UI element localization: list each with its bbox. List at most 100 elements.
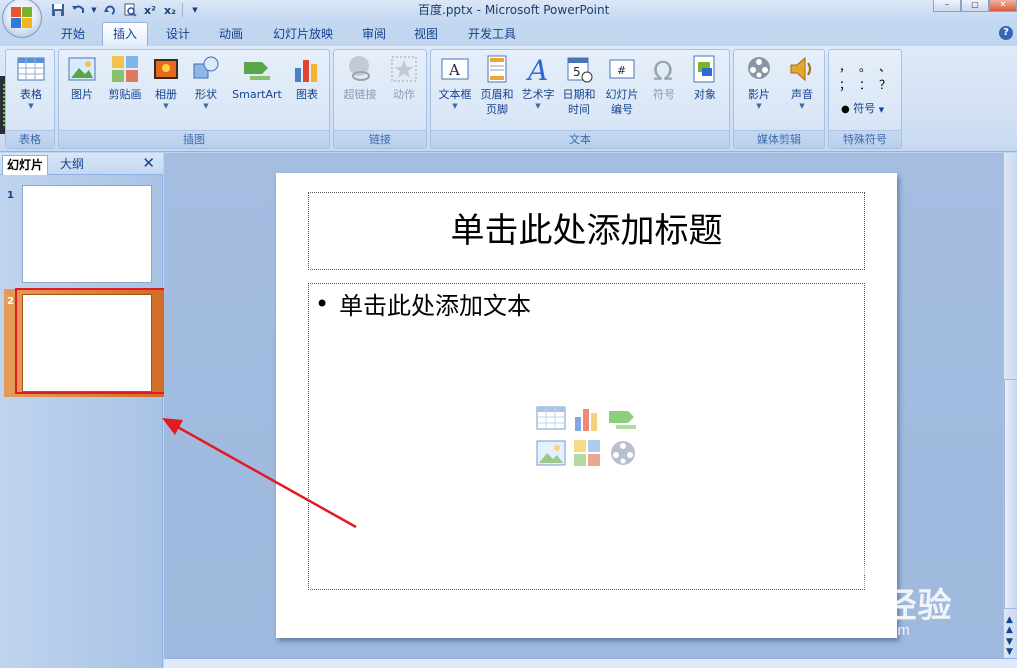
action-button[interactable]: 动作 [384, 54, 424, 102]
title-placeholder[interactable]: 单击此处添加标题 [308, 192, 865, 270]
superscript-icon[interactable]: x² [142, 2, 158, 18]
slide-number-button[interactable]: # 幻灯片 编号 [601, 54, 643, 117]
calendar-icon: 5 [564, 54, 594, 84]
insert-content-icons [536, 405, 641, 469]
tab-design[interactable]: 设计 [158, 24, 198, 46]
slide-thumbnail[interactable] [22, 185, 152, 283]
tab-review[interactable]: 审阅 [354, 24, 394, 46]
tab-insert[interactable]: 插入 [102, 22, 148, 46]
tab-view[interactable]: 视图 [406, 24, 446, 46]
group-illustrations: 图片 剪贴画 相册 ▼ 形状 ▼ SmartArt 图表 插图 [58, 49, 330, 149]
picture-icon [67, 54, 97, 84]
picture-button[interactable]: 图片 [63, 54, 101, 102]
office-logo-icon [11, 7, 33, 29]
group-text: A 文本框 ▼ 页眉和 页脚 A 艺术字 ▼ 5 日期和 时间 # 幻灯片 编号… [430, 49, 730, 149]
symbol-enum-comma[interactable]: 、 [879, 58, 891, 75]
wordart-icon: A [523, 54, 553, 87]
bullet-icon: ● [841, 104, 850, 115]
content-placeholder[interactable]: • 单击此处添加文本 [308, 283, 865, 590]
shapes-button[interactable]: 形状 ▼ [189, 54, 223, 110]
annotation-highlight-box [15, 288, 173, 394]
chart-button[interactable]: 图表 [289, 54, 325, 102]
vertical-scrollbar[interactable]: ▲ ▲ ▼ ▼ [1003, 153, 1017, 658]
svg-text:A: A [448, 61, 460, 79]
svg-text:Ω: Ω [653, 57, 673, 84]
chart-icon [292, 54, 322, 84]
tab-outline[interactable]: 大纲 [56, 155, 88, 175]
textbox-icon: A [440, 54, 470, 84]
clipart-button[interactable]: 剪贴画 [103, 54, 147, 102]
omega-icon: Ω [649, 54, 679, 87]
insert-table-icon[interactable] [536, 405, 566, 433]
svg-text:#: # [617, 64, 626, 77]
subscript-icon[interactable]: x₂ [162, 2, 178, 18]
insert-chart-icon[interactable] [572, 405, 602, 433]
table-button[interactable]: 表格 ▼ [10, 54, 52, 110]
insert-clipart-icon[interactable] [572, 439, 602, 467]
symbol-button[interactable]: Ω 符号 [645, 54, 683, 102]
symbol-colon[interactable]: ： [859, 76, 871, 93]
ribbon: 表格 ▼ 表格 图片 剪贴画 相册 ▼ 形状 ▼ SmartArt 图表 插图 … [0, 46, 1017, 152]
photo-album-icon [151, 54, 181, 84]
chevron-down-icon: ▼ [799, 102, 805, 110]
save-icon[interactable] [50, 2, 66, 18]
customize-qat-chevron-icon[interactable]: ▼ [187, 2, 203, 18]
group-label: 媒体剪辑 [734, 130, 824, 148]
hyperlink-button[interactable]: 超链接 [338, 54, 382, 102]
object-icon [690, 54, 720, 84]
chevron-down-icon: ▼ [878, 106, 885, 114]
sound-button[interactable]: 声音 ▼ [782, 54, 822, 110]
film-reel-icon [744, 54, 774, 84]
close-icon[interactable]: ✕ [142, 154, 155, 172]
group-label: 文本 [431, 130, 729, 148]
redo-icon[interactable] [102, 2, 118, 18]
action-icon [389, 54, 419, 84]
tab-slides[interactable]: 幻灯片 [2, 155, 49, 175]
header-footer-button[interactable]: 页眉和 页脚 [477, 54, 517, 117]
movie-button[interactable]: 影片 ▼ [738, 54, 780, 110]
insert-smartart-icon[interactable] [608, 405, 638, 433]
chevron-down-icon: ▼ [535, 102, 541, 110]
maximize-button[interactable]: ▢ [961, 0, 989, 12]
ribbon-tabs: 开始 插入 设计 动画 幻灯片放映 审阅 视图 开发工具 ? [0, 20, 1017, 46]
insert-media-icon[interactable] [608, 439, 638, 467]
symbol-semicolon[interactable]: ； [839, 76, 851, 93]
chevron-down-icon[interactable]: ▼ [90, 2, 98, 18]
print-preview-icon[interactable] [122, 2, 138, 18]
hyperlink-icon [345, 54, 375, 84]
symbol-period[interactable]: 。 [859, 58, 871, 75]
quick-access-toolbar: ▼ x² x₂ ▼ [50, 1, 203, 19]
pane-tabs: 幻灯片 大纲 ✕ [0, 153, 163, 175]
tab-slideshow[interactable]: 幻灯片放映 [266, 24, 340, 46]
chevron-down-icon: ▼ [756, 102, 762, 110]
symbol-comma[interactable]: ， [839, 58, 851, 75]
tab-animation[interactable]: 动画 [211, 24, 251, 46]
slide-number: 1 [7, 190, 14, 201]
insert-picture-icon[interactable] [536, 439, 566, 467]
object-button[interactable]: 对象 [685, 54, 725, 102]
prev-slide-icon[interactable]: ▲ ▲ [1006, 615, 1013, 635]
symbol-question[interactable]: ？ [879, 76, 891, 93]
next-slide-icon[interactable]: ▼ ▼ [1006, 637, 1013, 657]
datetime-button[interactable]: 5 日期和 时间 [559, 54, 599, 117]
group-label: 特殊符号 [829, 130, 901, 148]
minimize-button[interactable]: – [933, 0, 961, 12]
smartart-button[interactable]: SmartArt [227, 54, 287, 102]
symbol-dropdown-button[interactable]: ● 符号 ▼ [841, 100, 884, 116]
help-icon[interactable]: ? [999, 26, 1013, 40]
bullet-icon: • [315, 290, 330, 318]
tab-developer[interactable]: 开发工具 [460, 24, 524, 46]
title-bar: ▼ x² x₂ ▼ 百度.pptx - Microsoft PowerPoint… [0, 0, 1017, 38]
notes-pane-edge [164, 658, 1017, 668]
tab-home[interactable]: 开始 [54, 24, 92, 46]
scrollbar-thumb[interactable] [1004, 379, 1017, 609]
album-button[interactable]: 相册 ▼ [149, 54, 183, 110]
wordart-button[interactable]: A 艺术字 ▼ [519, 54, 557, 110]
undo-icon[interactable] [70, 2, 86, 18]
header-footer-icon [482, 54, 512, 84]
group-media: 影片 ▼ 声音 ▼ 媒体剪辑 [733, 49, 825, 149]
textbox-button[interactable]: A 文本框 ▼ [433, 54, 477, 110]
chevron-down-icon: ▼ [452, 102, 458, 110]
close-button[interactable]: ✕ [989, 0, 1017, 12]
divider [182, 3, 183, 17]
